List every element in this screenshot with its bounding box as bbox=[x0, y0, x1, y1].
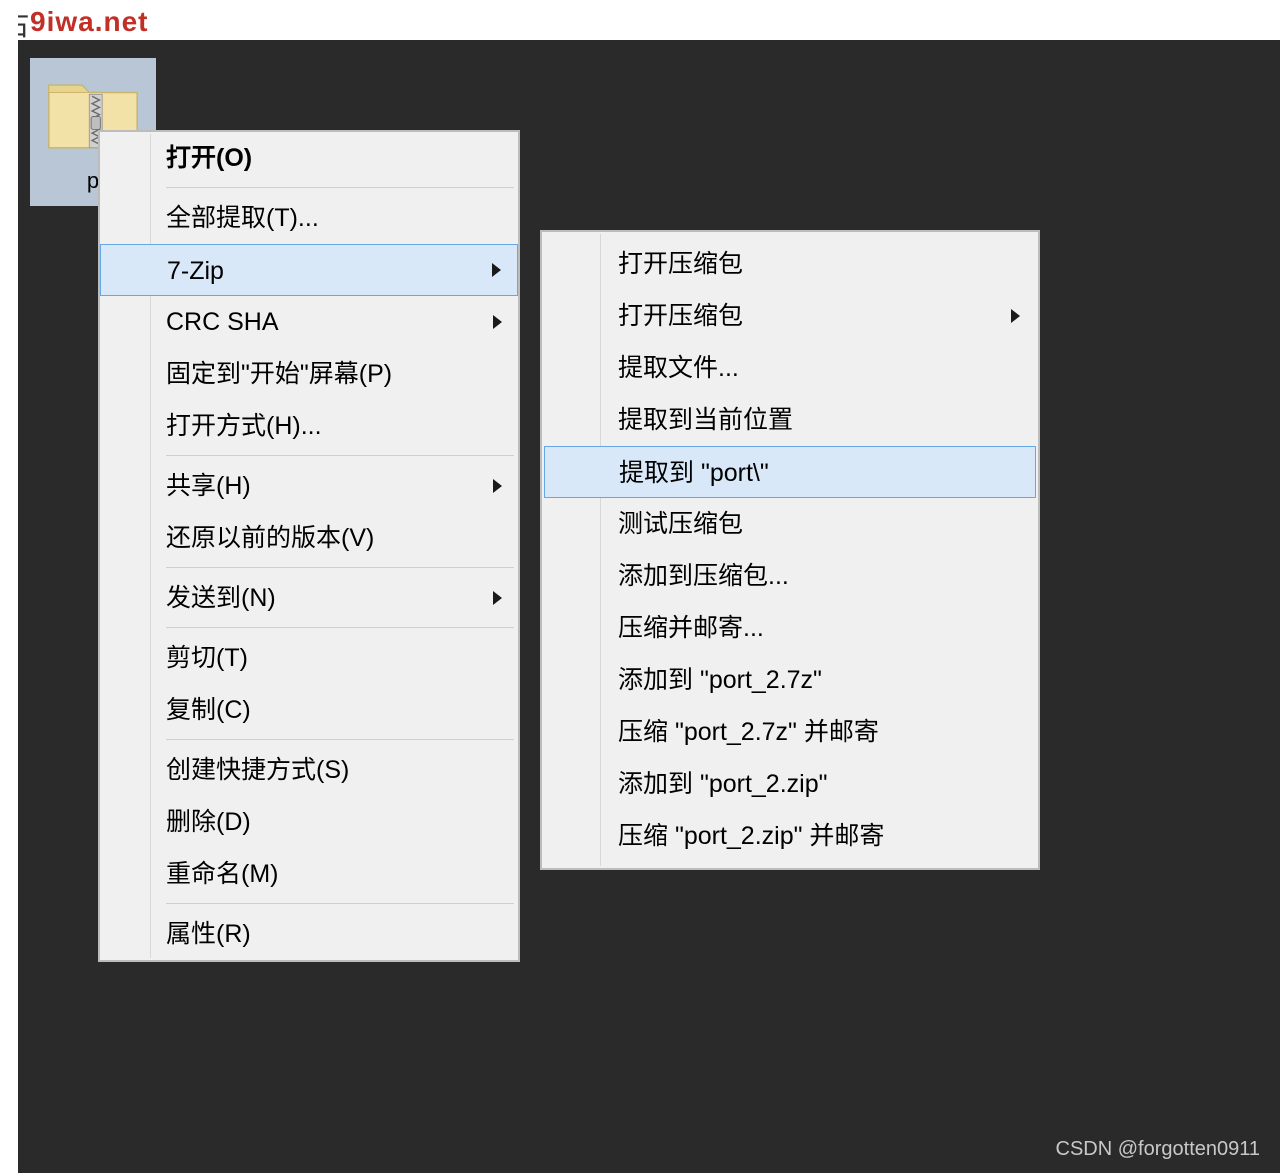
menu-item-copy[interactable]: 复制(C) bbox=[150, 684, 518, 736]
menu-item-send-to[interactable]: 发送到(N) bbox=[150, 572, 518, 624]
menu-item-open[interactable]: 打开(O) bbox=[150, 132, 518, 184]
menu-separator bbox=[166, 455, 514, 457]
menu-item-cut[interactable]: 剪切(T) bbox=[150, 632, 518, 684]
menu-item-restore-previous[interactable]: 还原以前的版本(V) bbox=[150, 512, 518, 564]
menu-separator bbox=[166, 739, 514, 741]
menu-item-share[interactable]: 共享(H) bbox=[150, 460, 518, 512]
top-white-bar bbox=[0, 0, 1280, 40]
submenu-item-compress-zip-email[interactable]: 压缩 "port_2.zip" 并邮寄 bbox=[602, 810, 1036, 862]
menu-item-label: 提取文件... bbox=[618, 354, 739, 382]
submenu-item-add-to-zip[interactable]: 添加到 "port_2.zip" bbox=[602, 758, 1036, 810]
menu-separator bbox=[166, 567, 514, 569]
menu-item-label: 提取到 "port\" bbox=[619, 459, 769, 487]
menu-item-properties[interactable]: 属性(R) bbox=[150, 908, 518, 960]
submenu-item-compress-7z-email[interactable]: 压缩 "port_2.7z" 并邮寄 bbox=[602, 706, 1036, 758]
context-menu-main[interactable]: 打开(O) 全部提取(T)... 7-Zip CRC SHA 固定到"开始"屏幕… bbox=[98, 130, 520, 962]
submenu-item-extract-to-folder[interactable]: 提取到 "port\" bbox=[544, 446, 1036, 498]
submenu-item-add-to-7z[interactable]: 添加到 "port_2.7z" bbox=[602, 654, 1036, 706]
menu-item-label: 打开方式(H)... bbox=[166, 412, 322, 440]
watermark-top: 9iwa.net bbox=[30, 6, 148, 38]
menu-item-label: 打开(O) bbox=[166, 144, 252, 172]
menu-item-label: 共享(H) bbox=[166, 472, 251, 500]
menu-item-create-shortcut[interactable]: 创建快捷方式(S) bbox=[150, 744, 518, 796]
menu-separator bbox=[166, 627, 514, 629]
menu-item-label: 压缩 "port_2.zip" 并邮寄 bbox=[618, 822, 884, 850]
submenu-arrow-icon bbox=[493, 479, 502, 493]
menu-item-label: 7-Zip bbox=[167, 257, 224, 285]
menu-item-label: 复制(C) bbox=[166, 696, 251, 724]
submenu-item-compress-email[interactable]: 压缩并邮寄... bbox=[602, 602, 1036, 654]
submenu-item-test-archive[interactable]: 测试压缩包 bbox=[602, 498, 1036, 550]
menu-item-label: 属性(R) bbox=[166, 920, 251, 948]
menu-item-label: 重命名(M) bbox=[166, 860, 278, 888]
menu-item-label: 测试压缩包 bbox=[618, 510, 743, 538]
menu-item-label: 添加到 "port_2.zip" bbox=[618, 770, 828, 798]
menu-item-label: 压缩并邮寄... bbox=[618, 614, 764, 642]
menu-gutter bbox=[544, 234, 601, 866]
menu-item-crc-sha[interactable]: CRC SHA bbox=[150, 296, 518, 348]
context-menu-7zip[interactable]: 打开压缩包 打开压缩包 提取文件... 提取到当前位置 提取到 "port\" … bbox=[540, 230, 1040, 870]
submenu-arrow-icon bbox=[493, 315, 502, 329]
menu-item-label: CRC SHA bbox=[166, 308, 279, 336]
watermark-bottom: CSDN @forgotten0911 bbox=[1056, 1138, 1260, 1161]
menu-item-7zip[interactable]: 7-Zip bbox=[100, 244, 518, 296]
menu-item-label: 创建快捷方式(S) bbox=[166, 756, 349, 784]
menu-item-label: 压缩 "port_2.7z" 并邮寄 bbox=[618, 718, 879, 746]
submenu-item-extract-here[interactable]: 提取到当前位置 bbox=[602, 394, 1036, 446]
menu-item-label: 还原以前的版本(V) bbox=[166, 524, 374, 552]
menu-item-label: 全部提取(T)... bbox=[166, 204, 319, 232]
menu-item-label: 剪切(T) bbox=[166, 644, 248, 672]
menu-item-extract-all[interactable]: 全部提取(T)... bbox=[150, 192, 518, 244]
menu-item-label: 添加到 "port_2.7z" bbox=[618, 666, 822, 694]
submenu-item-open-archive[interactable]: 打开压缩包 bbox=[602, 238, 1036, 290]
menu-item-label: 固定到"开始"屏幕(P) bbox=[166, 360, 392, 388]
submenu-arrow-icon bbox=[493, 591, 502, 605]
submenu-arrow-icon bbox=[492, 263, 501, 277]
menu-item-label: 删除(D) bbox=[166, 808, 251, 836]
menu-item-pin-start[interactable]: 固定到"开始"屏幕(P) bbox=[150, 348, 518, 400]
desktop-left-strip bbox=[0, 0, 18, 1173]
submenu-arrow-icon bbox=[1011, 309, 1020, 323]
submenu-item-extract-files[interactable]: 提取文件... bbox=[602, 342, 1036, 394]
menu-separator bbox=[166, 903, 514, 905]
menu-item-open-with[interactable]: 打开方式(H)... bbox=[150, 400, 518, 452]
menu-item-label: 打开压缩包 bbox=[618, 302, 743, 330]
menu-item-label: 打开压缩包 bbox=[618, 250, 743, 278]
menu-item-label: 添加到压缩包... bbox=[618, 562, 789, 590]
menu-item-label: 提取到当前位置 bbox=[618, 406, 793, 434]
menu-separator bbox=[166, 187, 514, 189]
menu-item-label: 发送到(N) bbox=[166, 584, 276, 612]
menu-item-rename[interactable]: 重命名(M) bbox=[150, 848, 518, 900]
submenu-item-add-to-archive[interactable]: 添加到压缩包... bbox=[602, 550, 1036, 602]
menu-item-delete[interactable]: 删除(D) bbox=[150, 796, 518, 848]
submenu-item-open-archive-more[interactable]: 打开压缩包 bbox=[602, 290, 1036, 342]
